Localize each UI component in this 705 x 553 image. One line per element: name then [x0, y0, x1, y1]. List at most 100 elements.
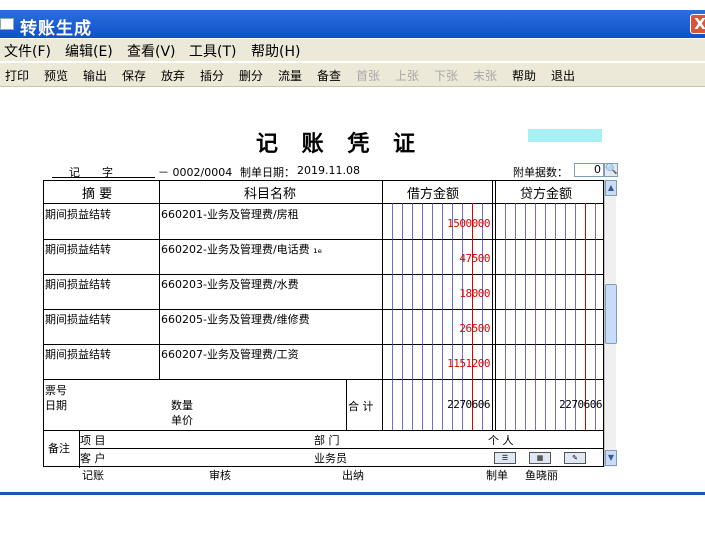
save-button[interactable]: 保存: [122, 67, 146, 84]
digit-gridline: [535, 203, 536, 430]
department-label: 部 门: [314, 434, 340, 447]
row-2-debit[interactable]: 47500: [384, 252, 490, 265]
row-1-debit[interactable]: 1500000: [384, 217, 490, 230]
row-2-summary[interactable]: 期间损益结转: [45, 241, 111, 257]
audit-label: 审核: [209, 469, 231, 482]
row-4-account[interactable]: 660205-业务及管理费/维修费: [161, 311, 310, 327]
digit-gridline: [432, 203, 433, 430]
digit-gridline: [442, 203, 443, 430]
debit-total: 2270606: [447, 398, 490, 411]
preview-button[interactable]: 预览: [44, 67, 68, 84]
menu-file[interactable]: 文件(F): [4, 41, 51, 61]
row-2-account[interactable]: 660202-业务及管理费/电话费 ₁ₑ: [161, 241, 322, 257]
digit-gridline: [565, 203, 566, 430]
customer-label: 客 户: [80, 452, 106, 465]
digit-gridline: [545, 203, 546, 430]
date-label: 制单日期：: [240, 166, 295, 179]
search-icon[interactable]: 🔍: [604, 163, 618, 177]
digit-gridline: [452, 203, 453, 430]
digit-gridline: [472, 203, 473, 430]
digit-gridline: [482, 203, 483, 430]
digit-gridline: [515, 203, 516, 430]
digit-gridline: [462, 203, 463, 430]
row-3-account[interactable]: 660203-业务及管理费/水费: [161, 276, 299, 292]
debit-column-header: 借方金额: [407, 187, 460, 202]
edit-icon[interactable]: ✎: [564, 452, 586, 464]
credit-total: 2270606: [559, 398, 602, 411]
title-bar: 转账生成 X: [0, 10, 705, 39]
digit-gridline: [505, 203, 506, 430]
window-title: 转账生成: [20, 19, 92, 39]
digit-gridline: [595, 203, 596, 430]
digit-gridline: [585, 203, 586, 430]
digit-gridline: [422, 203, 423, 430]
row-1-account[interactable]: 660201-业务及管理费/房租: [161, 206, 299, 222]
export-button[interactable]: 输出: [83, 67, 107, 84]
row-4-summary[interactable]: 期间损益结转: [45, 311, 111, 327]
row-3-summary[interactable]: 期间损益结转: [45, 276, 111, 292]
toolbar: 打印 预览 输出 保存 放弃 插分 删分 流量 备查 首张 上张 下张 末张 帮…: [0, 63, 705, 87]
unit-price-label: 单价: [171, 414, 193, 427]
row-3-debit[interactable]: 18000: [384, 287, 490, 300]
row-1-summary[interactable]: 期间损益结转: [45, 206, 111, 222]
row-5-account[interactable]: 660207-业务及管理费/工资: [161, 346, 299, 362]
menu-view[interactable]: 查看(V): [127, 41, 176, 61]
cashier-label: 出纳: [342, 469, 364, 482]
close-button[interactable]: X: [690, 14, 705, 34]
print-button[interactable]: 打印: [5, 67, 29, 84]
vertical-scrollbar[interactable]: ▲ ▼: [604, 180, 617, 467]
row-5-summary[interactable]: 期间损益结转: [45, 346, 111, 362]
row-4-debit[interactable]: 26500: [384, 322, 490, 335]
menu-help[interactable]: 帮助(H): [251, 41, 300, 61]
voucher-entry-grid: 摘 要 科目名称 借方金额 贷方金额 期间损益结转 660201-业务及管理费/…: [43, 180, 605, 468]
maker-name: 鱼晓丽: [525, 469, 558, 482]
voucher-number[interactable]: － 0002/0004: [158, 164, 232, 180]
ticket-date-label: 日期: [45, 399, 67, 412]
salesman-label: 业务员: [314, 452, 347, 465]
bottom-border: [0, 492, 705, 495]
bookkeeping-label: 记账: [82, 469, 104, 482]
person-label: 个 人: [488, 434, 514, 447]
menu-edit[interactable]: 编辑(E): [65, 41, 113, 61]
first-page-button[interactable]: 首张: [356, 67, 380, 84]
voucher-date[interactable]: 2019.11.08: [297, 164, 360, 177]
digit-gridline: [555, 203, 556, 430]
last-page-button[interactable]: 末张: [473, 67, 497, 84]
total-label: 合 计: [348, 400, 374, 413]
scroll-thumb[interactable]: [605, 284, 617, 344]
exit-button[interactable]: 退出: [551, 67, 575, 84]
menu-tools[interactable]: 工具(T): [189, 41, 236, 61]
customer-card-icon[interactable]: ☰: [494, 452, 516, 464]
delete-entry-button[interactable]: 删分: [239, 67, 263, 84]
voucher-title: 记 账 凭 证: [256, 131, 423, 157]
help-button[interactable]: 帮助: [512, 67, 536, 84]
window-icon: [0, 18, 14, 30]
memo-button[interactable]: 备查: [317, 67, 341, 84]
discard-button[interactable]: 放弃: [161, 67, 185, 84]
digit-gridline: [575, 203, 576, 430]
project-label: 项 目: [80, 434, 106, 447]
prev-page-button[interactable]: 上张: [395, 67, 419, 84]
transfer-generation-window: 转账生成 X 文件(F) 编辑(E) 查看(V) 工具(T) 帮助(H) 打印 …: [0, 0, 705, 553]
scroll-down-icon[interactable]: ▼: [605, 450, 617, 466]
row-5-debit[interactable]: 1151200: [384, 357, 490, 370]
ticket-number-label: 票号: [45, 384, 67, 397]
summary-column-header: 摘 要: [82, 187, 113, 202]
voucher-type-underline: [52, 177, 155, 178]
quantity-label: 数量: [171, 399, 193, 412]
scroll-up-icon[interactable]: ▲: [605, 180, 617, 196]
cash-flow-button[interactable]: 流量: [278, 67, 302, 84]
remarks-label: 备注: [48, 442, 70, 455]
digit-gridline: [412, 203, 413, 430]
next-page-button[interactable]: 下张: [434, 67, 458, 84]
credit-column-header: 贷方金额: [520, 187, 573, 202]
attachment-count-input[interactable]: 0: [574, 163, 604, 177]
document-icon[interactable]: ▦: [529, 452, 551, 464]
insert-entry-button[interactable]: 插分: [200, 67, 224, 84]
menu-bar: 文件(F) 编辑(E) 查看(V) 工具(T) 帮助(H): [0, 39, 705, 61]
status-marker: [528, 129, 602, 142]
account-column-header: 科目名称: [244, 187, 297, 202]
maker-label: 制单: [486, 469, 508, 482]
digit-gridline: [402, 203, 403, 430]
digit-gridline: [525, 203, 526, 430]
